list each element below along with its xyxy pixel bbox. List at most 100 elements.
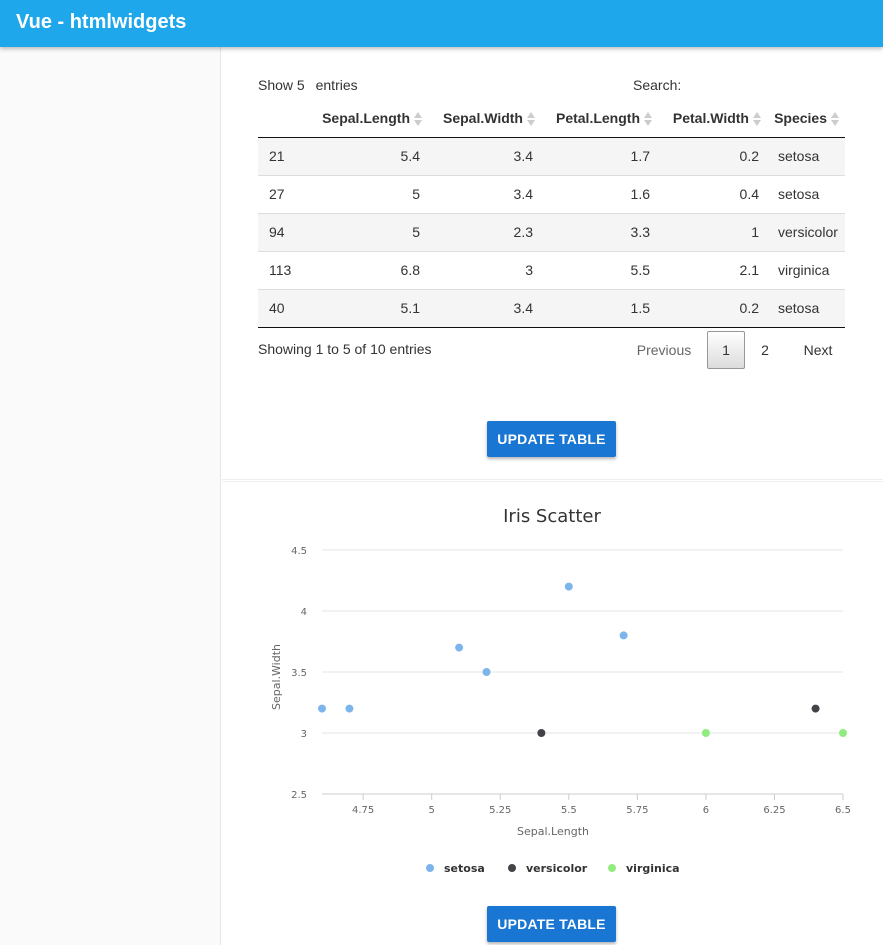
update-chart-table-button[interactable]: UPDATE TABLE <box>487 906 616 942</box>
chart-title: Iris Scatter <box>503 506 601 527</box>
data-point-virginica[interactable] <box>839 729 847 737</box>
cell-index: 21 <box>258 137 310 175</box>
legend-item-versicolor[interactable]: versicolor <box>508 862 588 875</box>
x-tick-label: 5.5 <box>561 805 577 816</box>
column-header-sepal-length[interactable]: Sepal.Length <box>310 99 428 138</box>
sort-icon <box>527 111 535 126</box>
y-tick-label: 3 <box>301 729 307 740</box>
table-card: Show 5 entries Search: Sepal.Length Sepa… <box>222 47 883 480</box>
cell-petal-length: 1.5 <box>541 288 658 328</box>
data-point-versicolor[interactable] <box>811 704 820 713</box>
sort-icon <box>414 111 422 126</box>
previous-page-button[interactable]: Previous <box>624 331 704 369</box>
cell-sepal-width: 3 <box>428 250 541 289</box>
cell-petal-width: 0.2 <box>658 288 767 328</box>
cell-sepal-width: 3.4 <box>428 137 541 175</box>
data-point-setosa[interactable] <box>318 704 326 713</box>
cell-sepal-length: 5 <box>310 174 428 213</box>
page-length-select[interactable]: 5 <box>297 77 305 93</box>
x-tick-label: 6 <box>703 805 709 816</box>
cell-species: virginica <box>767 250 845 289</box>
table-row[interactable]: 113 6.8 3 5.5 2.1 virginica <box>258 250 845 289</box>
cell-sepal-width: 3.4 <box>428 174 541 213</box>
legend-item-virginica[interactable]: virginica <box>608 862 680 875</box>
cell-petal-width: 0.4 <box>658 174 767 213</box>
table-header-row: Sepal.Length Sepal.Width Petal.Length Pe… <box>258 99 845 138</box>
legend-label: setosa <box>444 862 485 875</box>
legend-marker <box>608 864 616 872</box>
sort-icon <box>753 111 761 126</box>
cell-index: 94 <box>258 212 310 251</box>
cell-index: 113 <box>258 250 310 289</box>
legend-marker <box>508 864 516 872</box>
sort-icon <box>644 111 652 126</box>
cell-petal-length: 3.3 <box>541 212 658 251</box>
sort-icon <box>831 111 839 126</box>
next-page-button[interactable]: Next <box>794 331 842 369</box>
x-tick-label: 6.5 <box>835 805 851 816</box>
data-points <box>318 582 847 737</box>
cell-species: setosa <box>767 174 845 213</box>
table-row[interactable]: 27 5 3.4 1.6 0.4 setosa <box>258 174 845 213</box>
cell-sepal-length: 6.8 <box>310 250 428 289</box>
cell-petal-width: 2.1 <box>658 250 767 289</box>
chart-legend: setosa versicolor virginica <box>426 862 680 875</box>
cell-sepal-width: 2.3 <box>428 212 541 251</box>
legend-item-setosa[interactable]: setosa <box>426 862 485 875</box>
cell-index: 40 <box>258 288 310 328</box>
y-tick-label: 4 <box>301 607 307 618</box>
scatter-chart: 4.75 5 5.25 5.5 5.75 6 6.25 6.5 2.5 3 3.5 4 4.5 Iri… <box>270 506 851 875</box>
data-point-versicolor[interactable] <box>537 729 546 737</box>
search-control: Search: <box>633 77 681 93</box>
cell-species: setosa <box>767 137 845 175</box>
cell-species: versicolor <box>767 212 845 251</box>
data-point-setosa[interactable] <box>455 643 464 652</box>
cell-petal-length: 5.5 <box>541 250 658 289</box>
update-table-button[interactable]: UPDATE TABLE <box>487 421 616 457</box>
table-row[interactable]: 40 5.1 3.4 1.5 0.2 setosa <box>258 288 845 328</box>
cell-sepal-length: 5.4 <box>310 137 428 175</box>
x-tick-label: 5.25 <box>489 805 511 816</box>
cell-sepal-length: 5.1 <box>310 288 428 328</box>
search-label: Search: <box>633 77 682 93</box>
data-point-setosa[interactable] <box>564 582 573 591</box>
column-header-petal-width[interactable]: Petal.Width <box>658 99 767 138</box>
table-row[interactable]: 21 5.4 3.4 1.7 0.2 setosa <box>258 137 845 175</box>
page-length-label: Show <box>258 77 294 93</box>
legend-marker <box>426 864 434 872</box>
x-tick-label: 6.25 <box>763 805 785 816</box>
table-controls: Show 5 entries Search: <box>258 77 845 97</box>
chart-card: 4.75 5 5.25 5.5 5.75 6 6.25 6.5 2.5 3 3.5 4 4.5 Iri… <box>222 481 883 945</box>
column-header-species[interactable]: Species <box>767 99 845 138</box>
table-info: Showing 1 to 5 of 10 entries <box>258 341 432 357</box>
y-axis-label: Sepal.Width <box>270 644 283 710</box>
x-axis-ticks: 4.75 5 5.25 5.5 5.75 6 6.25 6.5 <box>352 794 851 816</box>
page-1-button[interactable]: 1 <box>707 331 745 369</box>
data-point-virginica[interactable] <box>701 729 710 737</box>
data-point-setosa[interactable] <box>619 631 628 640</box>
column-header-sepal-width[interactable]: Sepal.Width <box>428 99 541 138</box>
column-header-petal-length[interactable]: Petal.Length <box>541 99 658 138</box>
x-tick-label: 5 <box>428 805 434 816</box>
cell-petal-length: 1.6 <box>541 174 658 213</box>
data-point-setosa[interactable] <box>482 668 491 676</box>
y-tick-label: 4.5 <box>291 546 307 557</box>
app-toolbar: Vue - htmlwidgets <box>0 0 883 47</box>
page-length-suffix: entries <box>315 77 358 93</box>
legend-label: virginica <box>626 862 680 875</box>
app-title: Vue - htmlwidgets <box>16 11 187 33</box>
cell-petal-length: 1.7 <box>541 137 658 175</box>
data-table: Sepal.Length Sepal.Width Petal.Length Pe… <box>258 99 845 328</box>
cell-species: setosa <box>767 288 845 328</box>
column-header-index[interactable] <box>258 99 310 138</box>
data-point-setosa[interactable] <box>345 704 354 713</box>
table-row[interactable]: 94 5 2.3 3.3 1 versicolor <box>258 212 845 251</box>
cell-index: 27 <box>258 174 310 213</box>
y-axis-ticks: 2.5 3 3.5 4 4.5 <box>291 546 307 801</box>
y-tick-label: 2.5 <box>291 790 307 801</box>
sidebar <box>0 47 221 945</box>
cell-sepal-width: 3.4 <box>428 288 541 328</box>
page-2-button[interactable]: 2 <box>750 331 780 369</box>
cell-petal-width: 0.2 <box>658 137 767 175</box>
legend-label: versicolor <box>526 862 588 875</box>
